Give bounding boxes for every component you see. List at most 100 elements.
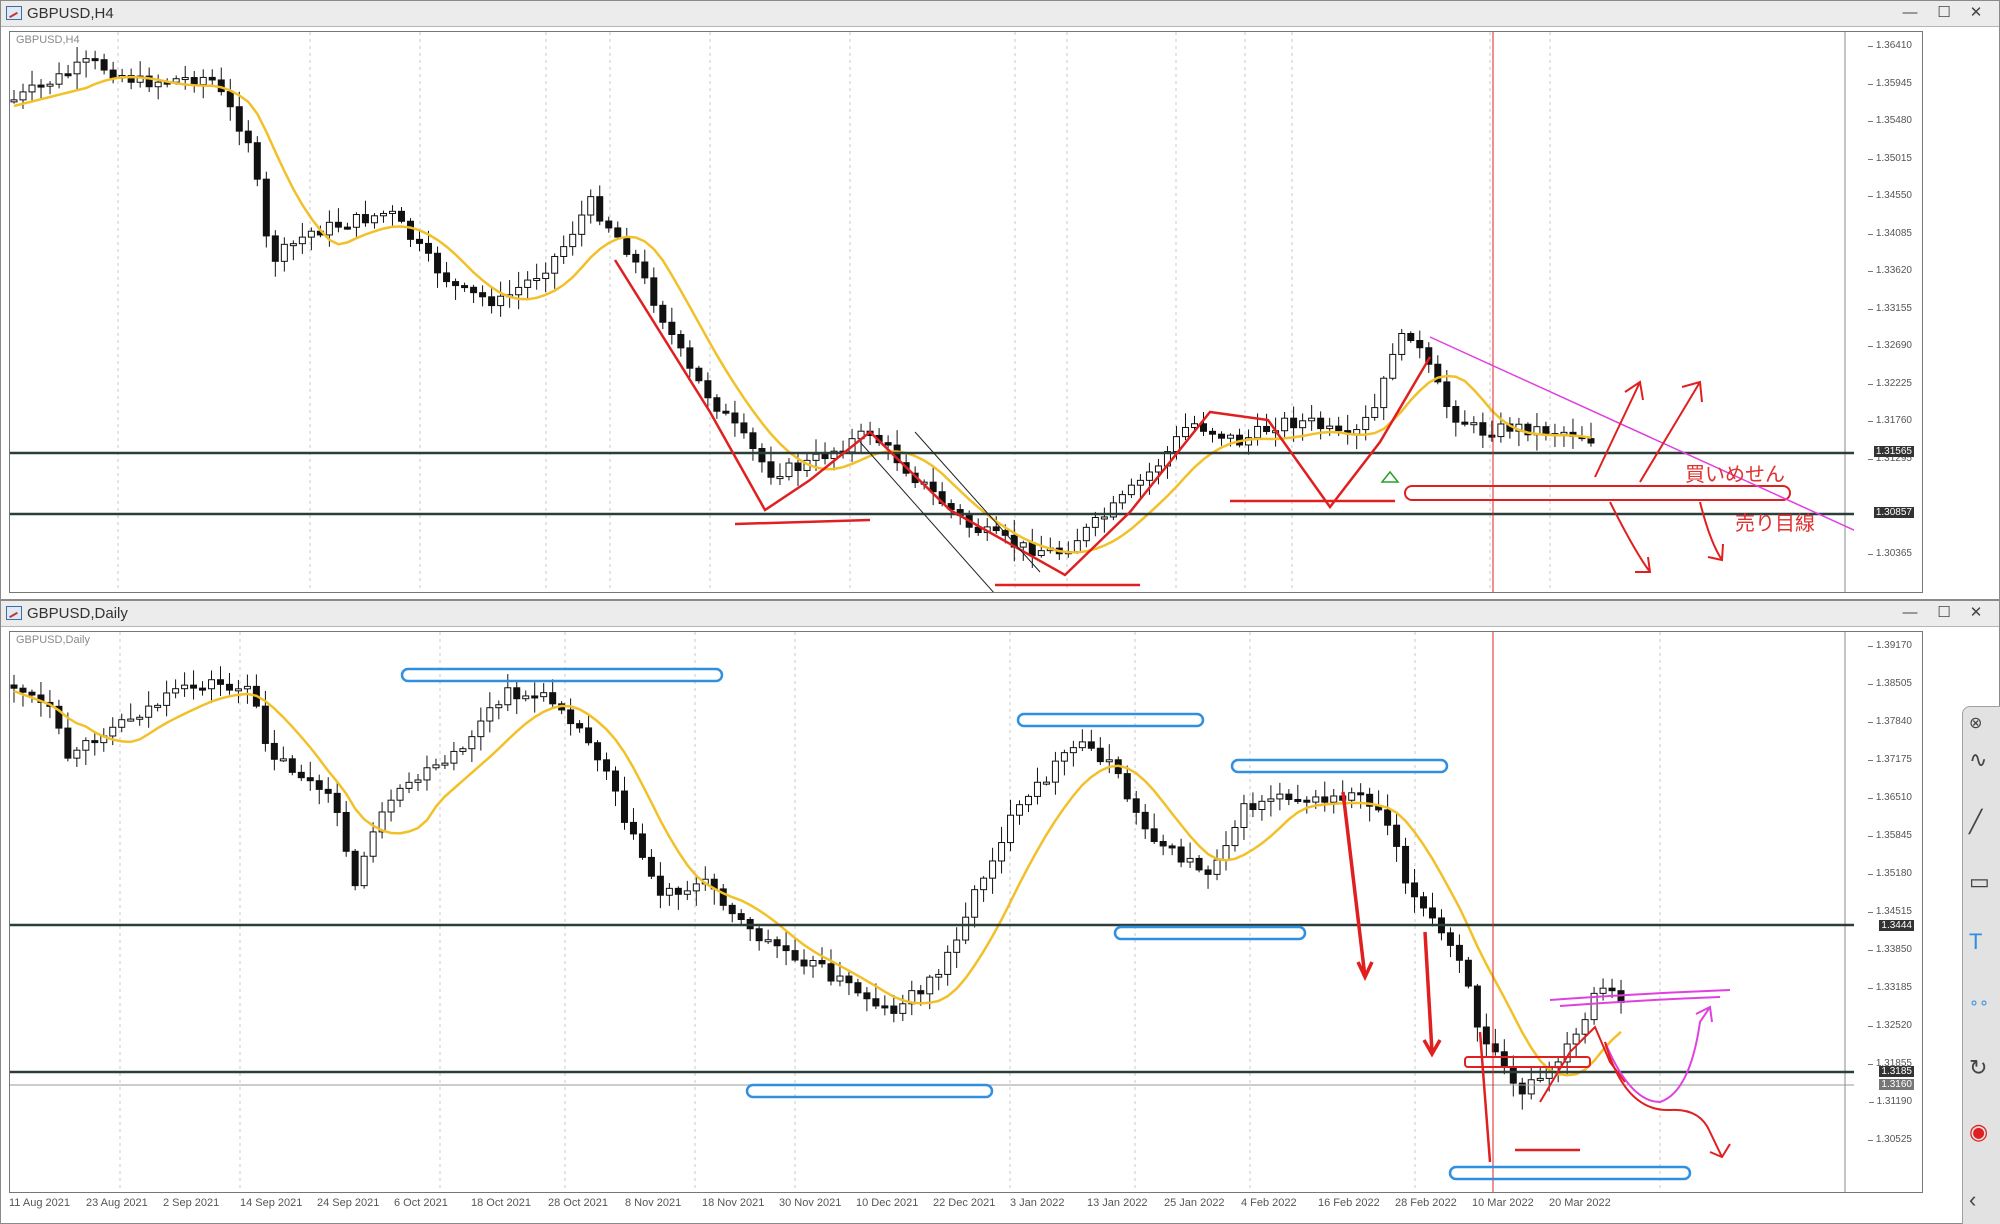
h4-candle-body <box>1407 333 1415 342</box>
daily-candle-body <box>1078 741 1086 749</box>
daily-price-label: 1.32520 <box>1867 1020 1912 1031</box>
h4-candle-body <box>1263 425 1271 433</box>
daily-window-title: GBPUSD,Daily <box>27 605 128 622</box>
daily-candle-body <box>270 742 278 760</box>
h4-candle-body <box>1136 479 1144 486</box>
daily-candle-body <box>1455 944 1463 961</box>
h4-candle-body <box>253 142 261 180</box>
daily-candle-body <box>1150 828 1158 842</box>
restore-button[interactable]: ☐ <box>1931 3 1957 23</box>
close-button[interactable]: ✕ <box>1963 603 1989 623</box>
h4-candle-body <box>10 99 18 103</box>
h4-price-label: 1.32225 <box>1867 377 1912 389</box>
h4-titlebar[interactable]: GBPUSD,H4 — ☐ ✕ <box>1 1 1999 27</box>
h4-candle-body <box>623 236 631 255</box>
daily-scenario-up <box>1604 1005 1713 1104</box>
date-label: 10 Mar 2022 <box>1472 1197 1534 1209</box>
h4-candle-body <box>55 73 63 85</box>
h4-candle-body <box>1398 333 1406 355</box>
dots-icon[interactable]: ∘∘ <box>1969 989 1999 1019</box>
restore-button[interactable]: ☐ <box>1931 603 1957 623</box>
daily-candle-body <box>1536 1077 1544 1081</box>
daily-zone-box <box>745 1083 994 1099</box>
daily-candle-body <box>638 833 646 858</box>
daily-price-label: 1.33850 <box>1867 944 1912 955</box>
daily-candle-body <box>181 684 189 690</box>
daily-candle-body <box>82 740 90 751</box>
date-label: 6 Oct 2021 <box>394 1197 448 1209</box>
buy-note-annotation[interactable]: 買いめせん <box>1685 458 1785 487</box>
h4-candle-body <box>343 226 351 230</box>
sell-target-annotation[interactable]: 売り目線 <box>1735 507 1815 536</box>
daily-plot-area[interactable]: GBPUSD,Daily 1.39170 1.38505 1.37840 1.3717… <box>9 631 1923 1193</box>
h4-candle-body <box>1118 494 1126 504</box>
daily-candle-body <box>342 811 350 852</box>
pen-icon[interactable]: ∿ <box>1969 745 1999 775</box>
text-icon[interactable]: T <box>1969 927 1999 957</box>
daily-zone-box <box>1448 1165 1692 1181</box>
daily-candle-body <box>728 904 736 915</box>
daily-candle-body <box>594 742 602 761</box>
line-icon[interactable]: ╱ <box>1969 807 1999 837</box>
daily-candle-body <box>1411 882 1419 898</box>
daily-candle-body <box>665 887 673 896</box>
h4-candle-body <box>100 59 108 71</box>
daily-chart-canvas[interactable] <box>10 632 1923 1193</box>
daily-candle-body <box>1357 792 1365 796</box>
h4-chart-window[interactable]: GBPUSD,H4 — ☐ ✕ GBPUSD,H4 1.36410 1.35945… <box>0 0 2000 600</box>
h4-candle-body <box>776 476 784 480</box>
daily-titlebar[interactable]: GBPUSD,Daily — ☐ ✕ <box>1 601 1999 627</box>
h4-candle-body <box>551 255 559 274</box>
rectangle-icon[interactable]: ▭ <box>1969 867 1999 897</box>
h4-candle-body <box>1218 433 1226 439</box>
h4-candle-body <box>686 347 694 369</box>
h4-moving-average <box>13 75 1592 554</box>
daily-candle-body <box>1303 799 1311 803</box>
close-icon[interactable]: ⊗ <box>1969 709 1999 739</box>
daily-candle-body <box>1007 814 1015 844</box>
date-label: 18 Nov 2021 <box>702 1197 765 1209</box>
daily-candle-body <box>1330 795 1338 803</box>
rotate-icon[interactable]: ↻ <box>1969 1053 1999 1083</box>
daily-candle-body <box>306 777 314 782</box>
date-label: 28 Oct 2021 <box>548 1197 608 1209</box>
date-label: 24 Sep 2021 <box>317 1197 380 1209</box>
minimize-button[interactable]: — <box>1897 3 1923 23</box>
h4-plot-area[interactable]: GBPUSD,H4 1.36410 1.35945 1.35480 1.35015 1.… <box>9 31 1923 593</box>
daily-candle-body <box>764 939 772 943</box>
close-button[interactable]: ✕ <box>1963 3 1989 23</box>
daily-candle-body <box>1348 792 1356 801</box>
h4-candle-body <box>298 236 306 245</box>
h4-arrow-up <box>1594 380 1644 478</box>
daily-arrow-down <box>1341 791 1374 982</box>
h4-candle-body <box>1308 417 1316 422</box>
h4-candle-body <box>1073 540 1081 553</box>
h4-candle-body <box>1254 425 1262 439</box>
back-icon[interactable]: ‹ <box>1969 1185 1999 1215</box>
h4-chart-canvas[interactable] <box>10 32 1923 593</box>
daily-candle-body <box>1608 987 1616 992</box>
daily-candle-body <box>1249 803 1257 811</box>
daily-price-label: 1.35845 <box>1867 830 1912 841</box>
daily-candle-body <box>800 959 808 967</box>
daily-candle-body <box>782 945 790 952</box>
minimize-button[interactable]: — <box>1897 603 1923 623</box>
h4-candle-body <box>1587 438 1595 444</box>
drawing-toolbox[interactable]: ⊗ ∿ ╱ ▭ T ∘∘ ↻ ◉ ‹ <box>1962 706 2000 1224</box>
color-icon[interactable]: ◉ <box>1969 1117 1999 1147</box>
daily-candle-body <box>1024 795 1032 806</box>
daily-chart-window[interactable]: GBPUSD,Daily — ☐ ✕ GBPUSD,Daily 1.39170 1… <box>0 600 2000 1224</box>
daily-candle-body <box>585 727 593 744</box>
h4-candle-body <box>1452 406 1460 423</box>
daily-candle-body <box>64 727 72 759</box>
h4-candle-body <box>1091 517 1099 528</box>
daily-candle-body <box>163 692 171 706</box>
daily-candle-body <box>1213 859 1221 875</box>
h4-candle-body <box>64 73 72 77</box>
daily-candle-body <box>243 685 251 690</box>
daily-candle-body <box>935 973 943 978</box>
date-label: 10 Dec 2021 <box>856 1197 919 1209</box>
daily-candle-body <box>845 975 853 984</box>
daily-candle-body <box>297 771 305 779</box>
h4-candle-body <box>289 243 297 247</box>
